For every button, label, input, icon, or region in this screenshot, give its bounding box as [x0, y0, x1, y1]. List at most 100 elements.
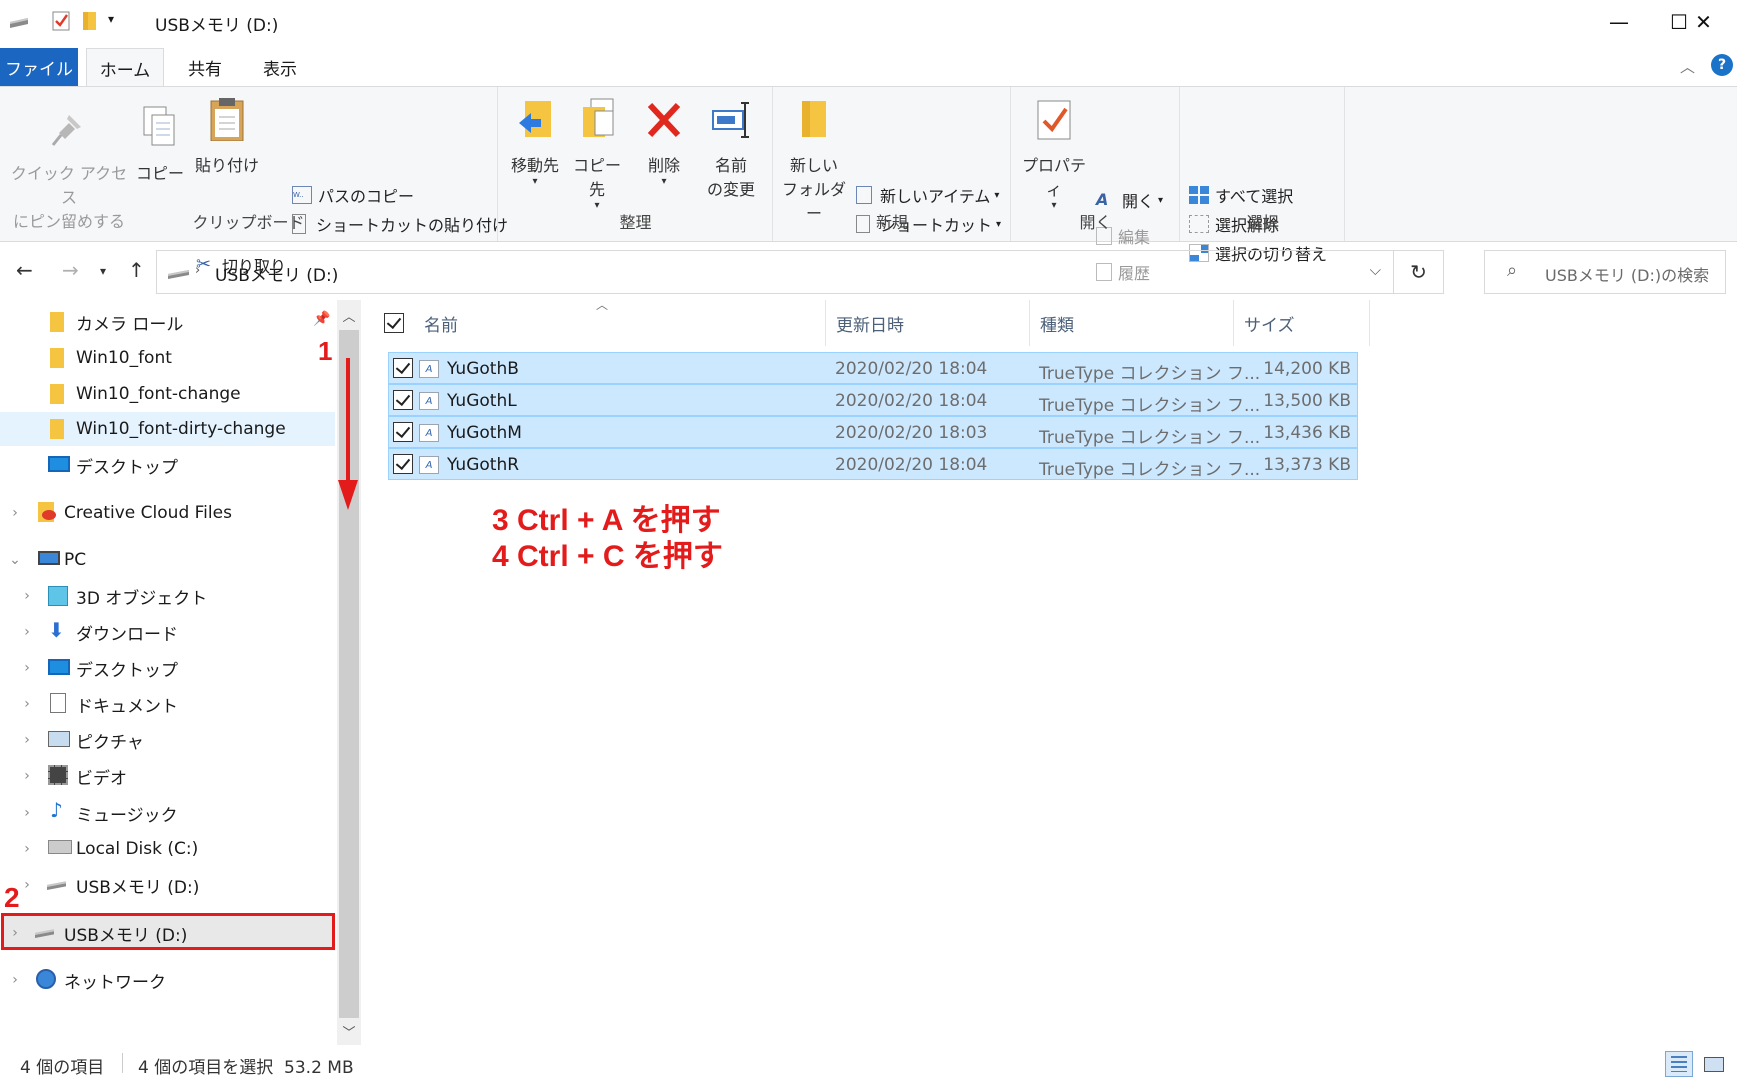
- sidebar-item-pc[interactable]: ⌄ PC: [0, 543, 335, 577]
- selection-info: 4 個の項目を選択 53.2 MB: [138, 1058, 354, 1078]
- row-checkbox[interactable]: [393, 390, 413, 410]
- expand-chevron-icon[interactable]: ›: [20, 660, 34, 676]
- sidebar-item-music[interactable]: › ♪ ミュージック: [0, 796, 335, 830]
- sidebar-item-creative-cloud[interactable]: › Creative Cloud Files: [0, 496, 335, 530]
- copy-path-label: パスのコピー: [318, 187, 415, 206]
- scroll-up-icon[interactable]: ︿: [337, 302, 361, 328]
- sidebar-item-label: Win10_font-dirty-change: [76, 419, 286, 439]
- expand-chevron-icon[interactable]: ›: [8, 505, 22, 521]
- pin-icon: [51, 115, 81, 146]
- copy-path-button[interactable]: W.. パスのコピー: [292, 182, 414, 208]
- sidebar-item-3d-objects[interactable]: › 3D オブジェクト: [0, 579, 335, 613]
- select-all-button[interactable]: すべて選択: [1189, 182, 1293, 208]
- table-row[interactable]: A YuGothM 2020/02/20 18:03 TrueType コレクシ…: [388, 416, 1358, 448]
- copy-to-button[interactable]: コピー先 ▾: [567, 97, 627, 211]
- properties-quick-icon[interactable]: [52, 10, 72, 32]
- window-title: USBメモリ (D:): [155, 16, 279, 36]
- move-to-button[interactable]: 移動先 ▾: [507, 97, 563, 187]
- tab-share[interactable]: 共有: [170, 48, 240, 86]
- minimize-button[interactable]: —: [1589, 0, 1649, 44]
- large-icons-view-button[interactable]: [1699, 1051, 1727, 1077]
- sidebar-item-usb-under-pc[interactable]: › USBメモリ (D:): [0, 868, 335, 902]
- row-checkbox[interactable]: [393, 358, 413, 378]
- sidebar-item-label: Creative Cloud Files: [64, 503, 232, 523]
- sidebar-item-documents[interactable]: › ドキュメント: [0, 687, 335, 721]
- column-header-size[interactable]: サイズ: [1234, 300, 1370, 346]
- close-button[interactable]: ✕: [1670, 0, 1737, 44]
- expand-chevron-icon[interactable]: ›: [20, 768, 34, 784]
- breadcrumb-chevron-icon[interactable]: ›: [195, 263, 200, 278]
- customize-qat-dropdown[interactable]: ▾: [108, 12, 114, 26]
- pin-label-1: クイック アクセス: [10, 164, 128, 207]
- new-folder-button[interactable]: 新しい フォルダー: [778, 97, 850, 226]
- column-header-type[interactable]: 種類: [1030, 300, 1234, 346]
- table-row[interactable]: A YuGothR 2020/02/20 18:04 TrueType コレクシ…: [388, 448, 1358, 480]
- new-folder-quick-icon[interactable]: [82, 10, 98, 32]
- recent-locations-icon[interactable]: ▾: [100, 264, 106, 278]
- annotation-step-3: 3 Ctrl + A を押す: [492, 504, 721, 537]
- sidebar-item-pictures[interactable]: › ピクチャ: [0, 723, 335, 757]
- refresh-button[interactable]: ↻: [1394, 250, 1444, 294]
- breadcrumb-path[interactable]: USBメモリ (D:): [215, 261, 338, 286]
- column-header-modified[interactable]: 更新日時: [826, 300, 1030, 346]
- search-input[interactable]: ⌕ USBメモリ (D:)の検索: [1484, 250, 1726, 294]
- paste-button[interactable]: 貼り付け: [192, 97, 262, 178]
- column-header-name[interactable]: 名前: [372, 300, 826, 346]
- sidebar-item-downloads[interactable]: › ⬇ ダウンロード: [0, 615, 335, 649]
- delete-label: 削除: [647, 156, 680, 175]
- details-view-button[interactable]: [1665, 1051, 1693, 1077]
- expand-chevron-icon[interactable]: ›: [20, 696, 34, 712]
- details-view-icon: [1671, 1056, 1687, 1072]
- select-all-checkbox[interactable]: [384, 313, 404, 333]
- large-icons-view-icon: [1704, 1057, 1724, 1072]
- scroll-down-icon[interactable]: ﹀: [337, 1018, 361, 1044]
- sidebar-item-label: ネットワーク: [64, 972, 166, 993]
- sidebar-item-videos[interactable]: › ビデオ: [0, 759, 335, 793]
- tab-file[interactable]: ファイル: [0, 48, 78, 86]
- forward-arrow-icon[interactable]: →: [62, 258, 79, 282]
- sidebar-item-desktop-quick[interactable]: デスクトップ: [0, 448, 335, 482]
- tab-view[interactable]: 表示: [245, 48, 315, 86]
- collapse-ribbon-icon[interactable]: ︿: [1680, 56, 1695, 77]
- sidebar-item-win10-font-change[interactable]: Win10_font-change: [0, 377, 335, 411]
- folder-icon: [50, 384, 64, 404]
- table-row[interactable]: A YuGothL 2020/02/20 18:04 TrueType コレクシ…: [388, 384, 1358, 416]
- pinned-icon[interactable]: 📌: [313, 311, 330, 327]
- sidebar-item-win10-font[interactable]: Win10_font: [0, 341, 335, 375]
- sidebar-item-network[interactable]: › ネットワーク: [0, 963, 335, 997]
- back-arrow-icon[interactable]: ←: [16, 258, 33, 282]
- usb-drive-icon: [35, 929, 54, 938]
- help-icon[interactable]: ?: [1711, 54, 1733, 76]
- expand-chevron-icon[interactable]: ›: [20, 805, 34, 821]
- address-bar[interactable]: › USBメモリ (D:) ⌵: [156, 250, 1394, 294]
- expand-chevron-icon[interactable]: ›: [8, 925, 22, 941]
- expand-chevron-icon[interactable]: ›: [20, 877, 34, 893]
- sidebar-item-label: ビデオ: [76, 768, 127, 789]
- expand-chevron-icon[interactable]: ›: [8, 972, 22, 988]
- file-name: YuGothB: [447, 359, 519, 379]
- sidebar-item-camera-roll[interactable]: カメラ ロール 📌: [0, 305, 335, 339]
- new-item-button[interactable]: 新しいアイテム ▾: [856, 182, 999, 208]
- documents-icon: [50, 693, 66, 713]
- file-modified: 2020/02/20 18:04: [835, 359, 988, 379]
- rename-button[interactable]: 名前 の変更: [699, 97, 763, 202]
- up-arrow-icon[interactable]: ↑: [128, 258, 145, 282]
- expand-chevron-icon[interactable]: ›: [20, 588, 34, 604]
- row-checkbox[interactable]: [393, 454, 413, 474]
- table-row[interactable]: A YuGothB 2020/02/20 18:04 TrueType コレクシ…: [388, 352, 1358, 384]
- sidebar-item-win10-font-dirty-change[interactable]: Win10_font-dirty-change: [0, 412, 335, 446]
- expand-chevron-icon[interactable]: ›: [20, 841, 34, 857]
- collapse-chevron-icon[interactable]: ⌄: [8, 552, 22, 568]
- title-bar: ▾ USBメモリ (D:) — ☐ ✕: [0, 0, 1737, 44]
- tab-home[interactable]: ホーム: [86, 48, 164, 87]
- expand-chevron-icon[interactable]: ›: [20, 732, 34, 748]
- row-checkbox[interactable]: [393, 422, 413, 442]
- sidebar-item-local-disk[interactable]: › Local Disk (C:): [0, 832, 335, 866]
- delete-button[interactable]: 削除 ▾: [639, 97, 689, 187]
- sidebar-item-desktop[interactable]: › デスクトップ: [0, 651, 335, 685]
- creative-cloud-icon: [42, 510, 56, 520]
- properties-button[interactable]: プロパティ ▾: [1016, 97, 1092, 211]
- expand-chevron-icon[interactable]: ›: [20, 624, 34, 640]
- address-dropdown-icon[interactable]: ⌵: [1370, 261, 1381, 279]
- copy-button[interactable]: コピー: [134, 105, 186, 186]
